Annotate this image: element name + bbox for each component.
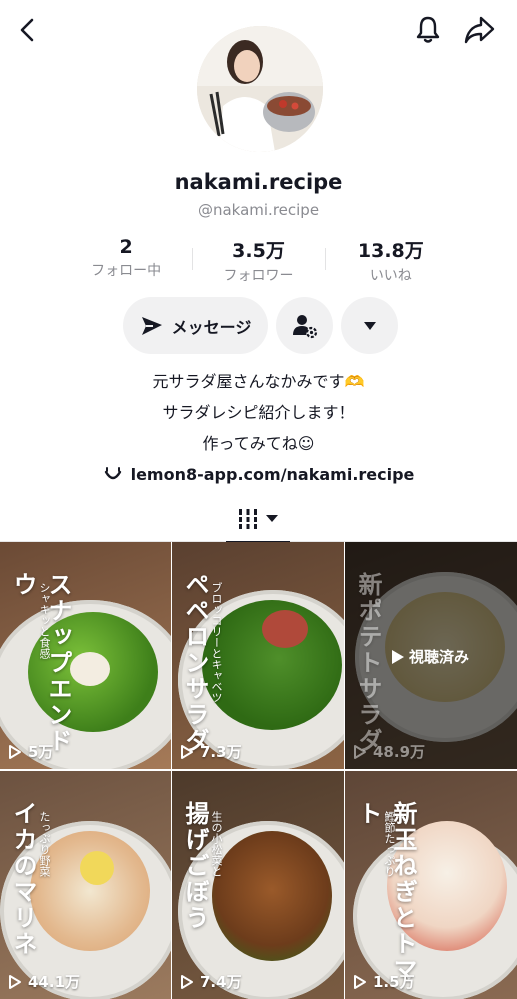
bio-line: 元サラダ屋さんなかみです🫶 bbox=[152, 372, 365, 391]
food-topping bbox=[262, 610, 308, 648]
stat-value: 3.5万 bbox=[232, 240, 285, 262]
tab-videos[interactable] bbox=[226, 496, 290, 543]
view-count-text: 7.3万 bbox=[200, 743, 242, 761]
avatar[interactable] bbox=[197, 26, 323, 152]
food-topping bbox=[80, 851, 114, 885]
followers-stat[interactable]: 3.5万 フォロワー bbox=[192, 236, 324, 286]
play-icon bbox=[9, 744, 21, 759]
watched-label: 視聴済み bbox=[409, 648, 470, 666]
message-button-label: メッセージ bbox=[171, 317, 252, 337]
stat-label: フォロワー bbox=[223, 268, 294, 284]
video-thumbnail[interactable]: たっぷり野菜 イカのマリネ 44.1万 bbox=[0, 771, 171, 999]
video-thumbnail[interactable]: 新ポテトサラダ 視聴済み 48.9万 bbox=[345, 542, 517, 769]
bell-icon bbox=[416, 16, 440, 43]
food bbox=[212, 831, 332, 961]
view-count: 5万 bbox=[8, 741, 53, 762]
video-title: イカのマリネ bbox=[9, 801, 37, 957]
view-count-text: 48.9万 bbox=[373, 743, 426, 761]
avatar-photo bbox=[197, 26, 323, 152]
user-settings-icon bbox=[292, 314, 317, 338]
video-title: スナップエンドウ bbox=[9, 572, 72, 754]
profile-bio: 元サラダ屋さんなかみです🫶 サラダレシピ紹介します！ 作ってみてね☺ lemon… bbox=[0, 366, 517, 490]
likes-stat[interactable]: 13.8万 いいね bbox=[324, 236, 457, 286]
play-icon bbox=[354, 974, 366, 989]
send-icon bbox=[141, 316, 162, 335]
content-tabs bbox=[0, 496, 517, 543]
play-icon bbox=[181, 974, 193, 989]
view-count-text: 5万 bbox=[28, 743, 54, 761]
video-title: 新ポテトサラダ bbox=[354, 572, 382, 754]
video-thumbnail[interactable]: 生の小松菜と 揚げごぼう 7.4万 bbox=[172, 771, 344, 999]
view-count-text: 44.1万 bbox=[28, 973, 81, 991]
message-button[interactable]: メッセージ bbox=[123, 297, 268, 354]
video-title: 揚げごぼう bbox=[181, 801, 209, 931]
view-count-text: 7.4万 bbox=[200, 973, 242, 991]
more-dropdown-button[interactable] bbox=[341, 297, 398, 354]
add-friend-button[interactable] bbox=[276, 297, 333, 354]
view-count: 44.1万 bbox=[8, 971, 80, 992]
back-button[interactable] bbox=[10, 12, 46, 48]
stat-label: フォロー中 bbox=[91, 263, 162, 279]
stat-value: 2 bbox=[119, 236, 133, 258]
caret-down-icon bbox=[266, 515, 278, 522]
video-thumbnail[interactable]: シャキッと食感 スナップエンドウ 5万 bbox=[0, 542, 171, 769]
profile-actions: メッセージ bbox=[123, 297, 398, 354]
video-grid: シャキッと食感 スナップエンドウ 5万 ブロッコリーとキャベツ ペペロンサラダ … bbox=[0, 542, 517, 999]
username: nakami.recipe bbox=[174, 170, 343, 194]
video-thumbnail[interactable]: ブロッコリーとキャベツ ペペロンサラダ 7.3万 bbox=[172, 542, 344, 769]
play-icon bbox=[392, 649, 404, 664]
profile-stats: 2 フォロー中 3.5万 フォロワー 13.8万 いいね bbox=[60, 236, 457, 286]
video-grid-icon bbox=[238, 509, 258, 529]
bio-line: サラダレシピ紹介します！ bbox=[162, 403, 355, 422]
video-title: 新玉ねぎとトマト bbox=[354, 801, 417, 983]
stat-value: 13.8万 bbox=[357, 240, 424, 262]
play-icon bbox=[354, 744, 366, 759]
following-stat[interactable]: 2 フォロー中 bbox=[60, 236, 192, 286]
share-button[interactable] bbox=[462, 12, 498, 48]
bio-link[interactable]: lemon8-app.com/nakami.recipe bbox=[0, 459, 517, 490]
food-topping bbox=[70, 652, 110, 686]
bio-link-text: lemon8-app.com/nakami.recipe bbox=[130, 465, 415, 484]
video-thumbnail[interactable]: 鰹節たっぷり 新玉ねぎとトマト 1.5万 bbox=[345, 771, 517, 999]
view-count-text: 1.5万 bbox=[373, 973, 415, 991]
video-title: ペペロンサラダ bbox=[181, 572, 209, 754]
watched-badge: 視聴済み bbox=[391, 646, 469, 667]
view-count: 1.5万 bbox=[353, 971, 415, 992]
bio-line: 作ってみてね☺ bbox=[202, 434, 315, 453]
stat-label: いいね bbox=[369, 268, 412, 284]
view-count: 7.3万 bbox=[180, 741, 242, 762]
play-icon bbox=[9, 974, 21, 989]
notification-button[interactable] bbox=[410, 12, 446, 48]
link-smile-icon bbox=[104, 466, 121, 479]
caret-down-icon bbox=[363, 321, 376, 330]
play-icon bbox=[181, 744, 193, 759]
chevron-left-icon bbox=[20, 18, 34, 42]
user-handle: @nakami.recipe bbox=[197, 201, 320, 219]
share-arrow-icon bbox=[464, 16, 495, 44]
view-count: 7.4万 bbox=[180, 971, 242, 992]
view-count: 48.9万 bbox=[353, 741, 425, 762]
